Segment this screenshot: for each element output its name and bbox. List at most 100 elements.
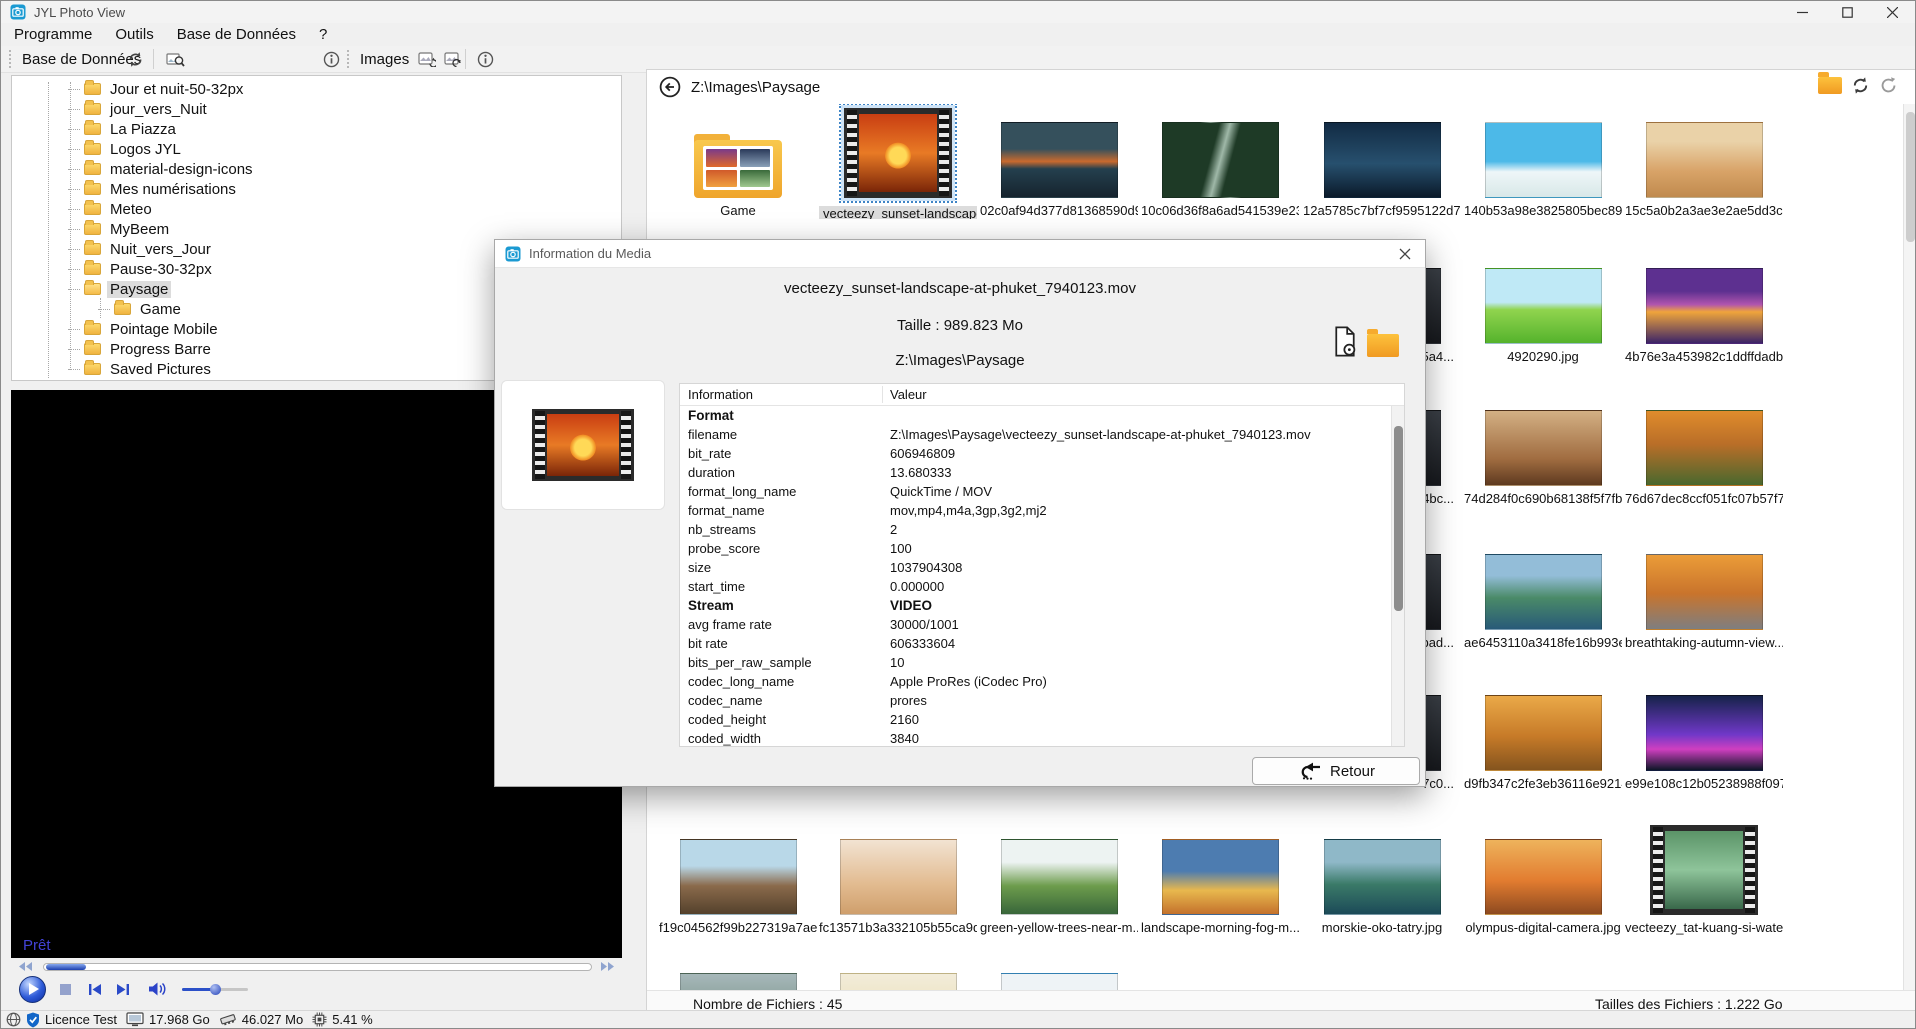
thumbnail-item[interactable]: 140b53a98e3825805bec89e... (1463, 105, 1623, 219)
tree-connector (68, 369, 80, 370)
rewind-icon[interactable] (19, 962, 33, 971)
thumbnail-item[interactable]: f19c04562f99b227319a7aef7... (658, 822, 818, 936)
disk-monitor-icon (126, 1012, 144, 1027)
menu-item[interactable]: Outils (105, 24, 163, 45)
image-reload-button[interactable] (415, 46, 439, 72)
seek-track[interactable] (43, 963, 592, 971)
volume-thumb[interactable] (210, 984, 221, 995)
info-table-row: bit rate606333604 (680, 634, 1404, 653)
retour-button[interactable]: Retour (1252, 757, 1420, 785)
open-folder-icon[interactable] (1818, 77, 1842, 94)
tree-item-label: Logos JYL (107, 141, 184, 158)
back-icon[interactable] (659, 76, 681, 98)
tree-item[interactable]: Logos JYL (12, 139, 621, 159)
rotate-icon[interactable] (1879, 76, 1898, 95)
database-info-button[interactable] (319, 46, 343, 72)
tree-item[interactable]: La Piazza (12, 119, 621, 139)
table-scrollbar[interactable] (1391, 406, 1404, 746)
next-frame-button[interactable] (116, 983, 131, 996)
thumbnail-item[interactable]: d9fb347c2fe3eb36116e9214... (1463, 678, 1623, 792)
tree-item[interactable]: MyBeem (12, 219, 621, 239)
thumbnail-item[interactable]: 4b76e3a453982c1ddffdadb... (1624, 251, 1784, 365)
thumbnail-item[interactable]: vecteezy_sunset-landscape-... (818, 105, 978, 219)
minimize-button[interactable] (1780, 1, 1825, 23)
table-scrollbar-thumb[interactable] (1394, 426, 1403, 611)
forward-icon[interactable] (600, 962, 614, 971)
seek-thumb[interactable] (46, 964, 86, 970)
browser-header: Z:\Images\Paysage (647, 70, 1916, 104)
info-value: 13.680333 (882, 465, 951, 480)
toolbar-separator (465, 49, 466, 69)
thumbnail-label: morskie-oko-tatry.jpg (1322, 920, 1442, 936)
browser-scrollbar[interactable] (1903, 104, 1916, 990)
photo-thumbnail (1162, 122, 1279, 198)
tree-item[interactable]: Jour et nuit-50-32px (12, 79, 621, 99)
menu-item[interactable]: Base de Données (167, 24, 306, 45)
folder-icon (114, 303, 131, 315)
thumbnail-item[interactable]: ae6453110a3418fe16b993ef... (1463, 537, 1623, 651)
tree-item-label: Pause-30-32px (107, 261, 215, 278)
tree-item[interactable]: Meteo (12, 199, 621, 219)
thumbnail-item[interactable]: 12a5785c7bf7cf9595122d7b... (1302, 105, 1462, 219)
info-key: Format (680, 408, 882, 423)
folder-item[interactable]: Game (658, 105, 818, 219)
browser-scrollbar-thumb[interactable] (1906, 112, 1915, 242)
window-title: JYL Photo View (34, 5, 125, 20)
filmstrip-rail (621, 411, 631, 479)
refresh-icon[interactable] (1851, 76, 1870, 95)
thumbnail-item[interactable]: 4920290.jpg (1463, 251, 1623, 365)
images-info-button[interactable] (473, 46, 497, 72)
photo-thumbnail (1485, 268, 1602, 344)
info-key: format_name (680, 503, 882, 518)
info-value: Apple ProRes (iCodec Pro) (882, 674, 1047, 689)
info-key: coded_width (680, 731, 882, 746)
thumbnail-item[interactable]: green-yellow-trees-near-m... (979, 822, 1139, 936)
thumbnail-item[interactable]: 74d284f0c690b68138f5f7fb6... (1463, 393, 1623, 507)
thumbnail-item[interactable]: fc13571b3a332105b55ca9d4... (818, 822, 978, 936)
info-key: nb_streams (680, 522, 882, 537)
thumbnail-item[interactable]: vecteezy_tat-kuang-si-wate... (1624, 822, 1784, 936)
thumbnail-item[interactable]: 02c0af94d377d81368590d9d... (979, 105, 1139, 219)
maximize-button[interactable] (1825, 1, 1870, 23)
sun-graphic (570, 435, 596, 461)
filmstrip-rail (535, 411, 545, 479)
disk-usage: 17.968 Go (149, 1012, 210, 1027)
tree-item-label: La Piazza (107, 121, 179, 138)
photo-thumbnail (1646, 554, 1763, 630)
file-preview-icon[interactable] (1333, 326, 1357, 357)
play-button[interactable] (19, 976, 46, 1003)
stop-button[interactable] (60, 984, 71, 995)
volume-slider[interactable] (182, 988, 248, 991)
dialog-close-button[interactable] (1385, 240, 1425, 268)
tree-item-label: Meteo (107, 201, 155, 218)
thumbnail-item[interactable]: olympus-digital-camera.jpg (1463, 822, 1623, 936)
tree-item[interactable]: Mes numérisations (12, 179, 621, 199)
image-search-button[interactable] (163, 46, 187, 72)
info-value: VIDEO (882, 598, 932, 613)
thumbnail-item[interactable]: e99e108c12b05238988f097e... (1624, 678, 1784, 792)
close-button[interactable] (1870, 1, 1915, 23)
menu-item[interactable]: ? (309, 24, 337, 45)
tree-item[interactable]: jour_vers_Nuit (12, 99, 621, 119)
info-table-row: probe_score100 (680, 539, 1404, 558)
thumbnail-item[interactable]: breathtaking-autumn-view... (1624, 537, 1784, 651)
previous-frame-button[interactable] (87, 983, 102, 996)
media-thumbnail (532, 409, 634, 481)
open-location-folder-icon[interactable] (1367, 334, 1399, 357)
thumbnail-item[interactable]: 10c06d36f8a6ad541539e236... (1140, 105, 1300, 219)
info-key: probe_score (680, 541, 882, 556)
image-rotate-button[interactable] (441, 46, 465, 72)
thumbnail-item[interactable]: landscape-morning-fog-m... (1140, 822, 1300, 936)
media-path: Z:\Images\Paysage (495, 352, 1425, 369)
tree-item[interactable]: material-design-icons (12, 159, 621, 179)
database-refresh-button[interactable] (123, 46, 147, 72)
toolbar-grip (347, 50, 351, 68)
info-table-row: bits_per_raw_sample10 (680, 653, 1404, 672)
menu-item[interactable]: Programme (4, 24, 102, 45)
thumbnail-label: Game (720, 203, 755, 219)
thumbnail-item[interactable]: morskie-oko-tatry.jpg (1302, 822, 1462, 936)
volume-icon[interactable] (147, 981, 168, 997)
thumbnail-item[interactable]: 15c5a0b2a3ae3e2ae5dd3c1... (1624, 105, 1784, 219)
thumbnail-item[interactable]: 76d67dec8ccf051fc07b57f7... (1624, 393, 1784, 507)
photo-thumbnail (1485, 839, 1602, 915)
